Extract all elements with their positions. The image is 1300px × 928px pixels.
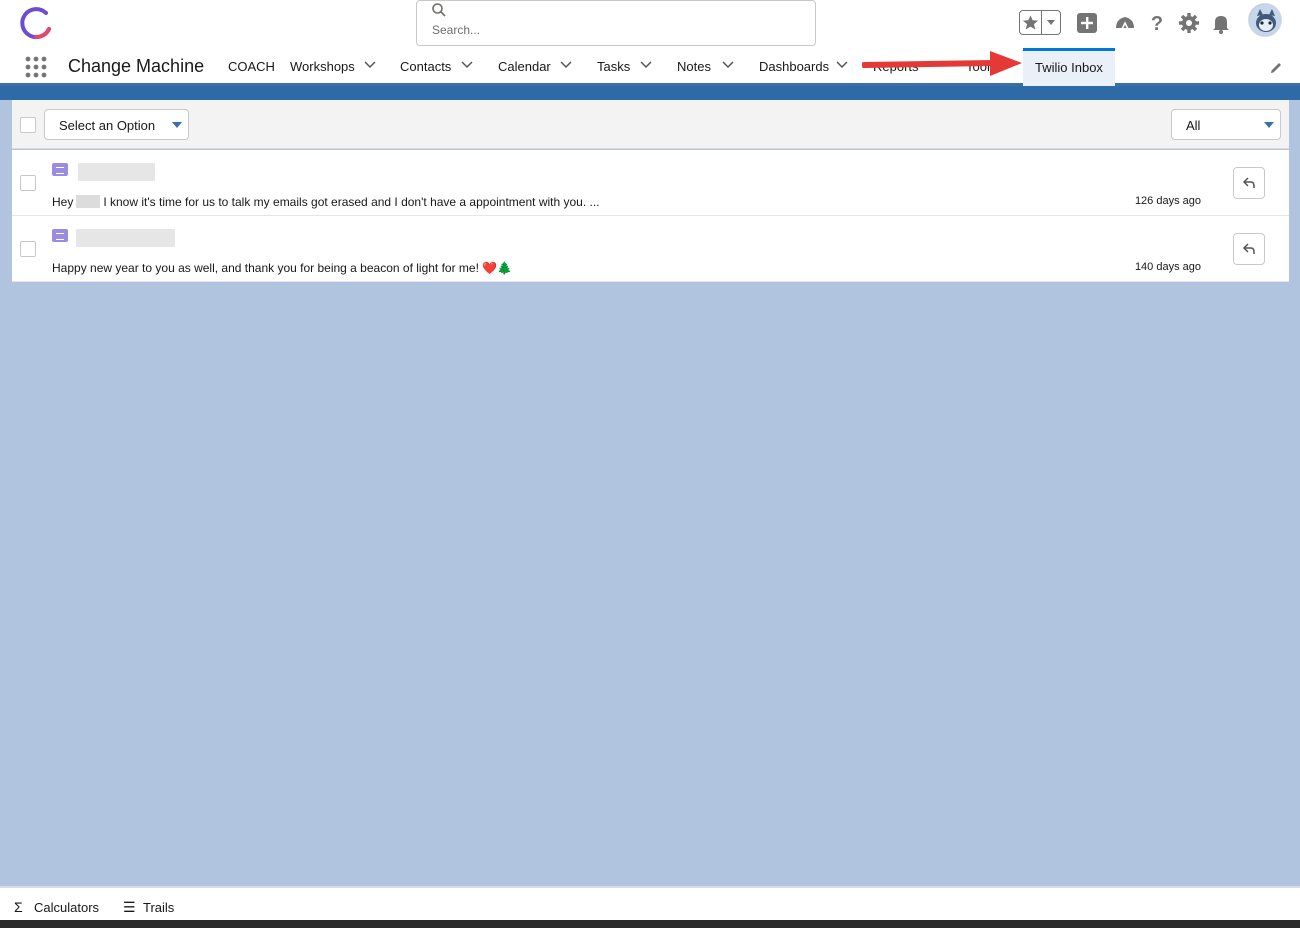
- action-select-value: Select an Option: [59, 118, 156, 133]
- message-preview: Hey I know it's time for us to talk my em…: [52, 195, 600, 209]
- nav-tab-calendar[interactable]: Calendar: [498, 59, 551, 74]
- list-icon: ☰: [123, 899, 136, 915]
- message-timestamp: 126 days ago: [1134, 195, 1201, 207]
- nav-tab-contacts[interactable]: Contacts: [400, 59, 451, 74]
- nav-tab-coach[interactable]: COACH: [228, 59, 275, 74]
- nav-tab-tasks[interactable]: Tasks: [597, 59, 630, 74]
- workshops-chevron-down-icon[interactable]: [363, 58, 377, 72]
- annotation-arrow-icon: [862, 51, 1022, 76]
- edit-nav-pencil-icon[interactable]: [1268, 60, 1284, 76]
- favorites-button-group[interactable]: [1019, 10, 1061, 35]
- app-navigation-bar: Change Machine COACH Workshops Contacts …: [0, 48, 1300, 86]
- select-all-checkbox[interactable]: [20, 117, 36, 133]
- utility-bar: Σ Calculators ☰ Trails: [0, 886, 1300, 920]
- filter-select[interactable]: All: [1171, 109, 1281, 140]
- user-avatar[interactable]: [1248, 3, 1282, 37]
- dashboards-chevron-down-icon[interactable]: [835, 58, 849, 72]
- reply-button[interactable]: [1233, 167, 1265, 199]
- action-select[interactable]: Select an Option: [44, 109, 189, 140]
- global-header: Search... ?: [0, 0, 1300, 48]
- global-add-icon[interactable]: [1075, 11, 1099, 35]
- search-icon: [432, 3, 446, 17]
- favorites-menu-chevron-icon[interactable]: [1042, 11, 1060, 34]
- message-row-checkbox[interactable]: [20, 175, 36, 191]
- contact-card-icon: [52, 163, 68, 176]
- notes-chevron-down-icon[interactable]: [721, 58, 735, 72]
- reply-icon: [1242, 243, 1255, 254]
- user-avatar-icon: [1249, 4, 1281, 36]
- app-logo-icon[interactable]: [18, 5, 54, 41]
- redacted-name: [76, 195, 101, 208]
- filter-select-caret-icon: [1264, 122, 1274, 128]
- contacts-chevron-down-icon[interactable]: [460, 58, 474, 72]
- utility-trails-label: Trails: [143, 900, 175, 915]
- redacted-contact-name: [76, 229, 175, 247]
- utility-calculators-label: Calculators: [34, 900, 100, 915]
- message-preview-text: I know it's time for us to talk my email…: [103, 195, 600, 209]
- contact-card-icon: [52, 229, 68, 242]
- nav-tab-workshops[interactable]: Workshops: [290, 59, 355, 74]
- nav-tab-twilio-inbox[interactable]: Twilio Inbox: [1023, 48, 1115, 86]
- help-icon[interactable]: ?: [1145, 11, 1169, 35]
- message-row-checkbox[interactable]: [20, 241, 36, 257]
- svg-text:?: ?: [1151, 13, 1163, 35]
- utility-calculators[interactable]: Σ Calculators: [14, 899, 100, 915]
- search-placeholder: Search...: [432, 23, 481, 37]
- message-greeting: Hey: [52, 195, 74, 209]
- nav-tab-twilio-inbox-label: Twilio Inbox: [1035, 60, 1103, 75]
- inbox-toolbar: Select an Option All: [12, 100, 1289, 149]
- nav-tab-dashboards[interactable]: Dashboards: [759, 59, 829, 74]
- app-launcher-waffle-icon[interactable]: [24, 55, 48, 79]
- global-search-input[interactable]: Search...: [416, 0, 816, 46]
- filter-select-value: All: [1186, 118, 1201, 133]
- message-preview-text: Happy new year to you as well, and thank…: [52, 261, 513, 275]
- page-banner-stripe: [0, 86, 1300, 100]
- nav-tab-notes[interactable]: Notes: [677, 59, 711, 74]
- utility-trails[interactable]: ☰ Trails: [123, 899, 175, 915]
- reply-icon: [1242, 177, 1255, 188]
- trailhead-icon[interactable]: [1113, 11, 1137, 35]
- calendar-chevron-down-icon[interactable]: [559, 58, 573, 72]
- message-timestamp: 140 days ago: [1134, 261, 1201, 273]
- setup-gear-icon[interactable]: [1177, 11, 1201, 35]
- reply-button[interactable]: [1233, 233, 1265, 265]
- notifications-bell-icon[interactable]: [1209, 11, 1233, 35]
- tasks-chevron-down-icon[interactable]: [639, 58, 653, 72]
- os-taskbar: [0, 920, 1300, 928]
- app-name: Change Machine: [68, 56, 205, 76]
- redacted-contact-name: [78, 163, 155, 181]
- message-row[interactable]: Hey I know it's time for us to talk my em…: [12, 150, 1289, 216]
- favorites-star-icon[interactable]: [1020, 11, 1042, 34]
- action-select-caret-icon: [172, 122, 182, 128]
- sigma-icon: Σ: [14, 899, 23, 915]
- message-row[interactable]: Happy new year to you as well, and thank…: [12, 216, 1289, 282]
